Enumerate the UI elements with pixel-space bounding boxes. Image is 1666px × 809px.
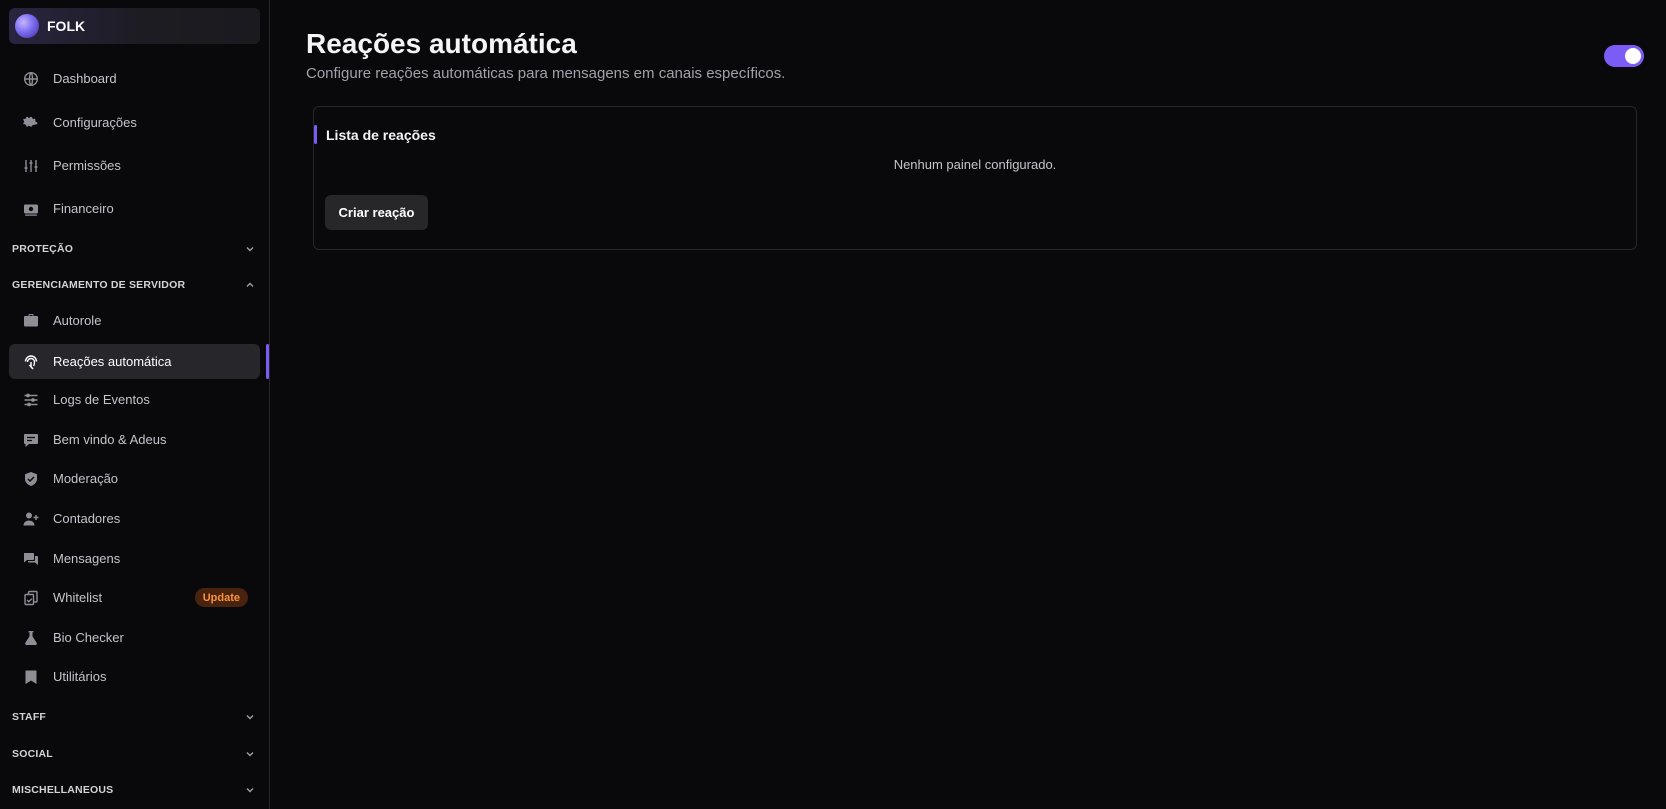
sidebar-item-label: Whitelist (53, 590, 103, 605)
sidebar-item-whitelist[interactable]: Whitelist Update (9, 580, 260, 615)
logs-icon (23, 392, 39, 408)
sidebar-item-contadores[interactable]: Contadores (9, 501, 260, 536)
sidebar-item-configuracoes[interactable]: Configurações (9, 105, 260, 140)
sidebar-item-utilitarios[interactable]: Utilitários (9, 659, 260, 694)
sidebar-item-label: Moderação (53, 471, 119, 486)
sidebar-item-permissoes[interactable]: Permissões (9, 148, 260, 183)
section-protecao[interactable]: PROTEÇÃO (12, 239, 260, 259)
globe-icon (23, 71, 39, 87)
fingerprint-icon (23, 354, 39, 370)
sidebar-item-dashboard[interactable]: Dashboard (9, 61, 260, 96)
sidebar-item-label: Bio Checker (53, 630, 124, 645)
sidebar-item-mensagens[interactable]: Mensagens (9, 541, 260, 576)
sidebar-item-reacoes[interactable]: Reações automática (9, 344, 260, 379)
user-plus-icon (23, 511, 39, 527)
toggle-knob (1625, 48, 1641, 64)
section-social[interactable]: SOCIAL (12, 744, 260, 764)
card-accent-bar (314, 125, 317, 144)
chevron-down-icon (244, 243, 256, 255)
gear-icon (23, 115, 39, 131)
chevron-up-icon (244, 279, 256, 291)
create-reaction-button[interactable]: Criar reação (325, 195, 428, 230)
sidebar-item-label: Mensagens (53, 551, 121, 566)
server-switcher[interactable]: FOLK (9, 8, 260, 44)
chevron-down-icon (244, 748, 256, 760)
sidebar-item-logs[interactable]: Logs de Eventos (9, 382, 260, 417)
bookmark-icon (23, 669, 39, 685)
section-gerenciamento[interactable]: GERENCIAMENTO DE SERVIDOR (12, 275, 260, 295)
section-mischellaneous[interactable]: MISCHELLANEOUS (12, 780, 260, 800)
sidebar: FOLK Dashboard Configurações Permissões … (0, 0, 270, 809)
page-title: Reações automática (306, 28, 577, 59)
sidebar-item-bem-vindo[interactable]: Bem vindo & Adeus (9, 422, 260, 457)
sidebar-item-moderacao[interactable]: Moderação (9, 461, 260, 496)
sidebar-item-label: Dashboard (53, 71, 117, 86)
sidebar-item-label: Autorole (53, 313, 102, 328)
section-staff[interactable]: STAFF (12, 707, 260, 727)
sidebar-item-financeiro[interactable]: Financeiro (9, 191, 260, 226)
chat-icon (23, 432, 39, 448)
update-badge: Update (194, 588, 248, 607)
sidebar-item-label: Utilitários (53, 669, 107, 684)
sidebar-item-bio-checker[interactable]: Bio Checker (9, 620, 260, 655)
reactions-list-card: Lista de reações Nenhum painel configura… (313, 106, 1637, 250)
messages-icon (23, 551, 39, 567)
server-name: FOLK (47, 18, 86, 34)
sidebar-item-label: Contadores (53, 511, 121, 526)
module-enabled-toggle[interactable] (1604, 45, 1644, 67)
flask-icon (23, 630, 39, 646)
money-icon (23, 201, 39, 217)
sidebar-item-label: Reações automática (53, 354, 172, 369)
copy-check-icon (23, 590, 39, 606)
page-subtitle: Configure reações automáticas para mensa… (306, 65, 786, 82)
briefcase-icon (23, 313, 39, 329)
shield-check-icon (23, 471, 39, 487)
sidebar-item-label: Configurações (53, 115, 137, 130)
sidebar-item-label: Bem vindo & Adeus (53, 432, 167, 447)
sidebar-item-label: Financeiro (53, 201, 114, 216)
sidebar-item-label: Permissões (53, 158, 121, 173)
sidebar-item-label: Logs de Eventos (53, 392, 150, 407)
card-title: Lista de reações (326, 127, 436, 143)
empty-state-text: Nenhum painel configurado. (893, 157, 1057, 172)
sidebar-item-autorole[interactable]: Autorole (9, 303, 260, 338)
chevron-down-icon (244, 784, 256, 796)
server-avatar (15, 14, 39, 38)
active-item-marker (266, 344, 269, 379)
chevron-down-icon (244, 711, 256, 723)
sliders-icon (23, 158, 39, 174)
